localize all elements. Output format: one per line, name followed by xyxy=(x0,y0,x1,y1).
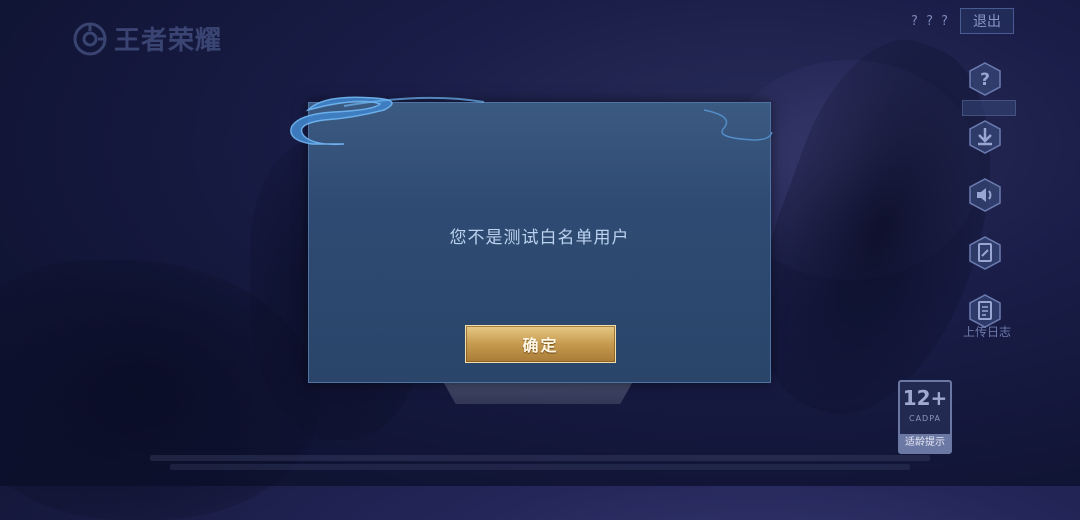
repair-button[interactable] xyxy=(968,236,1002,270)
sound-button[interactable] xyxy=(968,178,1002,212)
speaker-icon xyxy=(969,178,1001,212)
side-divider-bar xyxy=(962,100,1016,116)
logo-text: 王者荣耀 xyxy=(114,26,223,56)
question-icon: ? xyxy=(969,62,1001,96)
age-rating-badge[interactable]: 12+ CADPA 适龄提示 xyxy=(898,380,952,454)
help-button[interactable]: ? xyxy=(968,62,1002,96)
dialog-message: 您不是测试白名单用户 xyxy=(449,228,630,248)
repair-icon xyxy=(969,236,1001,270)
game-logo: 王者荣耀 xyxy=(72,20,222,57)
help-text[interactable]: ? ? ? xyxy=(911,14,950,29)
download-icon xyxy=(969,120,1001,154)
dialog-panel: 您不是测试白名单用户 确定 xyxy=(308,102,771,383)
legal-footer xyxy=(150,452,930,473)
exit-button[interactable]: 退出 xyxy=(960,8,1014,34)
download-button[interactable] xyxy=(968,120,1002,154)
age-rating-tip: 适龄提示 xyxy=(900,434,950,452)
upload-log-label[interactable]: 上传日志 xyxy=(956,323,1018,340)
svg-text:?: ? xyxy=(980,70,990,90)
age-rating-org: CADPA xyxy=(908,414,941,423)
confirm-button[interactable]: 确定 xyxy=(465,325,616,363)
logo-emblem-icon xyxy=(73,22,107,55)
top-right-controls: ? ? ? 退出 xyxy=(911,8,1014,34)
age-rating-number: 12+ xyxy=(902,386,948,410)
